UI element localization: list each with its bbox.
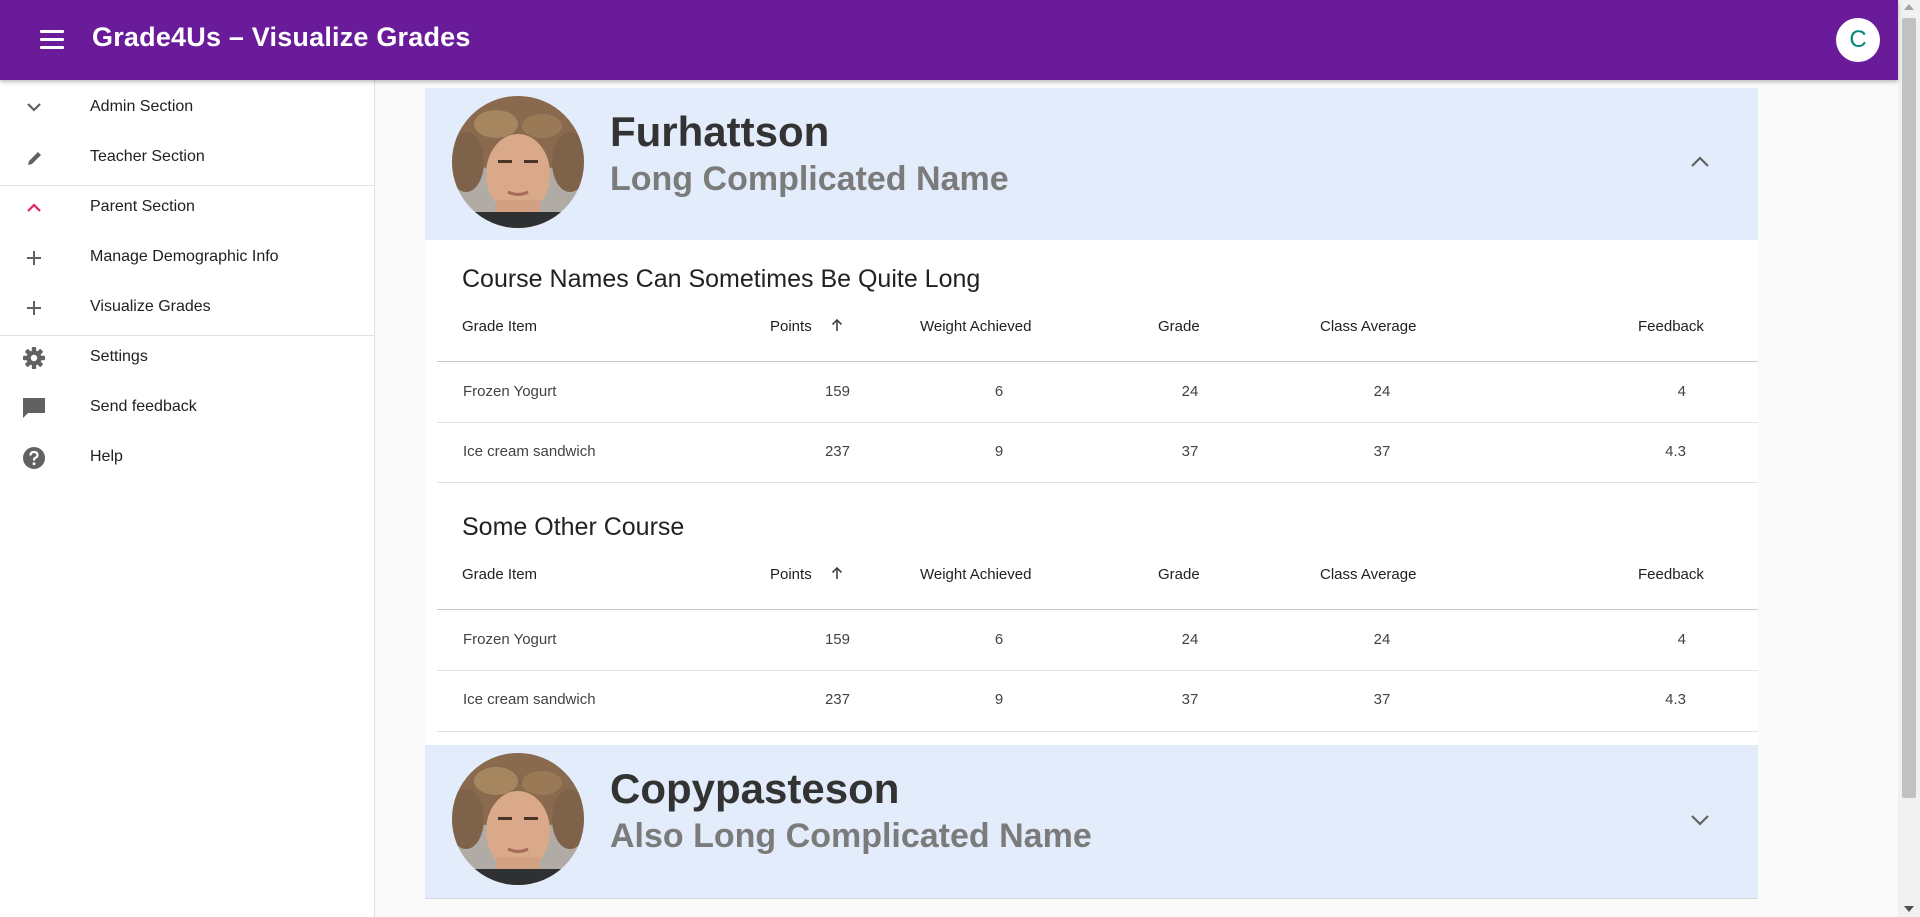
feedback-icon <box>23 398 45 418</box>
cell-points: 237 <box>824 691 850 708</box>
scrollbar-thumb[interactable] <box>1902 18 1916 798</box>
sidebar-item-parent-section[interactable]: Parent Section <box>0 183 374 233</box>
sort-ascending-icon[interactable] <box>830 566 844 580</box>
sidebar-item-manage-demographic-info[interactable]: Manage Demographic Info <box>0 233 374 283</box>
row-divider <box>437 670 1758 671</box>
student-panel-header[interactable]: Copypasteson Also Long Complicated Name <box>425 745 1758 899</box>
cell-grade-item: Frozen Yogurt <box>463 383 557 400</box>
sidebar-item-settings[interactable]: Settings <box>0 333 374 383</box>
student-panel-header[interactable]: Furhattson Long Complicated Name <box>425 88 1758 240</box>
cell-class-average: 24 <box>1373 383 1391 400</box>
row-divider <box>437 482 1758 483</box>
cell-points: 159 <box>824 383 850 400</box>
cell-weight-achieved: 9 <box>994 691 1004 708</box>
cell-grade: 37 <box>1181 443 1199 460</box>
chevron-up-icon[interactable] <box>1685 150 1715 174</box>
cell-feedback: 4.3 <box>1665 443 1686 460</box>
cell-feedback: 4 <box>1677 631 1686 648</box>
cell-feedback: 4 <box>1677 383 1686 400</box>
sidebar-item-label: Manage Demographic Info <box>90 248 279 265</box>
sidebar-item-help[interactable]: Help <box>0 433 374 483</box>
col-header-class-average[interactable]: Class Average <box>1320 318 1416 335</box>
student-name: Copypasteson <box>610 765 900 812</box>
app-bar: Grade4Us – Visualize Grades C <box>0 0 1898 80</box>
student-full-name: Also Long Complicated Name <box>610 817 1092 855</box>
app-title: Grade4Us – Visualize Grades <box>92 22 471 52</box>
sidebar-item-admin-section[interactable]: Admin Section <box>0 83 374 133</box>
sidebar: Admin Section Teacher Section Parent Sec… <box>0 80 375 917</box>
scroll-up-icon[interactable] <box>1904 4 1914 10</box>
row-divider <box>437 731 1758 732</box>
pencil-icon <box>28 152 41 165</box>
cell-grade: 37 <box>1181 691 1199 708</box>
cell-points: 237 <box>824 443 850 460</box>
col-header-feedback[interactable]: Feedback <box>1638 318 1704 335</box>
student-full-name: Long Complicated Name <box>610 160 1009 198</box>
table-header-divider <box>437 609 1758 610</box>
cell-grade-item: Frozen Yogurt <box>463 631 557 648</box>
col-header-weight-achieved[interactable]: Weight Achieved <box>920 318 1031 335</box>
sidebar-item-label: Send feedback <box>90 398 197 415</box>
cell-points: 159 <box>824 631 850 648</box>
chevron-up-icon <box>27 203 41 212</box>
cell-weight-achieved: 9 <box>994 443 1004 460</box>
col-header-grade[interactable]: Grade <box>1158 318 1200 335</box>
gear-icon <box>23 347 45 369</box>
sidebar-item-teacher-section[interactable]: Teacher Section <box>0 133 374 183</box>
col-header-points[interactable]: Points <box>770 318 812 335</box>
chevron-down-icon <box>27 103 41 112</box>
sidebar-item-label: Teacher Section <box>90 148 205 165</box>
sidebar-item-label: Parent Section <box>90 198 195 215</box>
col-header-grade-item[interactable]: Grade Item <box>462 566 537 583</box>
cell-weight-achieved: 6 <box>994 383 1004 400</box>
account-avatar[interactable]: C <box>1836 18 1880 62</box>
student-panel-body: Course Names Can Sometimes Be Quite Long… <box>425 240 1758 745</box>
cell-grade: 24 <box>1181 383 1199 400</box>
student-name: Furhattson <box>610 108 830 155</box>
help-icon <box>23 447 45 469</box>
cell-class-average: 37 <box>1373 443 1391 460</box>
cell-class-average: 24 <box>1373 631 1391 648</box>
student-photo <box>452 753 584 885</box>
cell-class-average: 37 <box>1373 691 1391 708</box>
menu-icon[interactable] <box>38 28 66 50</box>
col-header-feedback[interactable]: Feedback <box>1638 566 1704 583</box>
sidebar-item-label: Help <box>90 448 123 465</box>
student-photo <box>452 96 584 228</box>
sidebar-item-label: Visualize Grades <box>90 298 211 315</box>
col-header-class-average[interactable]: Class Average <box>1320 566 1416 583</box>
chevron-down-icon[interactable] <box>1685 807 1715 831</box>
col-header-points[interactable]: Points <box>770 566 812 583</box>
sort-ascending-icon[interactable] <box>830 318 844 332</box>
course-title: Course Names Can Sometimes Be Quite Long <box>462 265 981 293</box>
cell-grade-item: Ice cream sandwich <box>463 691 596 708</box>
scroll-down-icon[interactable] <box>1904 906 1914 912</box>
col-header-grade[interactable]: Grade <box>1158 566 1200 583</box>
cell-weight-achieved: 6 <box>994 631 1004 648</box>
plus-icon <box>27 301 41 315</box>
col-header-grade-item[interactable]: Grade Item <box>462 318 537 335</box>
sidebar-item-visualize-grades[interactable]: Visualize Grades <box>0 283 374 333</box>
col-header-weight-achieved[interactable]: Weight Achieved <box>920 566 1031 583</box>
plus-icon <box>27 251 41 265</box>
course-title: Some Other Course <box>462 513 685 541</box>
sidebar-item-label: Settings <box>90 348 148 365</box>
sidebar-item-send-feedback[interactable]: Send feedback <box>0 383 374 433</box>
table-header-divider <box>437 361 1758 362</box>
cell-feedback: 4.3 <box>1665 691 1686 708</box>
cell-grade: 24 <box>1181 631 1199 648</box>
row-divider <box>437 422 1758 423</box>
sidebar-item-label: Admin Section <box>90 98 194 115</box>
cell-grade-item: Ice cream sandwich <box>463 443 596 460</box>
